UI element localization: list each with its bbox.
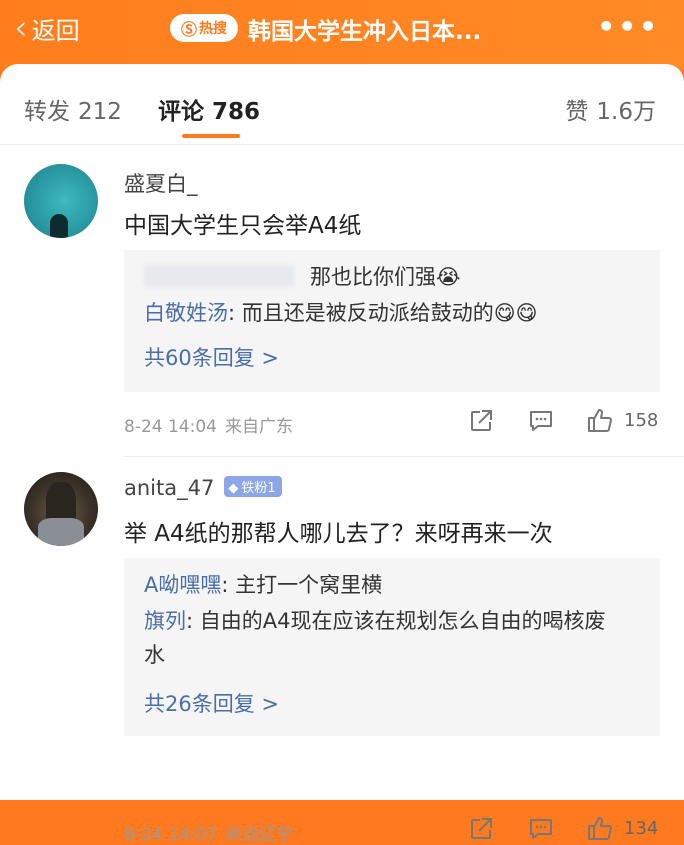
avatar-body <box>38 518 84 546</box>
reply-box[interactable]: A呦嘿嘿: 主打一个窝里横 旗列: 自由的A4现在应该在规划怎么自由的喝核废水 … <box>124 558 660 736</box>
comment-location: 来自辽宁 <box>224 825 293 845</box>
more-replies-link[interactable]: 共26条回复 > <box>144 688 279 718</box>
active-tab-indicator <box>182 134 240 138</box>
more-replies-link[interactable]: 共60条回复 > <box>144 342 279 372</box>
avatar-figure <box>50 214 68 238</box>
avatar[interactable] <box>24 472 98 546</box>
comment-icon[interactable] <box>528 408 554 434</box>
like-count: 134 <box>624 818 659 839</box>
hot-search-badge[interactable]: Ⓢ 热搜 <box>170 14 238 42</box>
diamond-icon: ◆ <box>228 481 239 496</box>
top-bar: ‹ 返回 Ⓢ 热搜 韩国大学生冲入日本... ••• <box>0 0 684 70</box>
tab-comment-count: 786 <box>212 99 261 125</box>
fan-badge-label: 铁粉1 <box>241 481 276 496</box>
comment-meta: 8-24 14:07 来自辽宁 <box>124 820 293 845</box>
share-icon[interactable] <box>468 816 494 842</box>
tab-repost[interactable]: 转发 212 <box>24 92 122 126</box>
chevron-left-icon: ‹ <box>14 8 28 48</box>
comment-time: 8-24 14:07 <box>124 825 217 845</box>
hot-search-label: 热搜 <box>199 21 227 37</box>
hot-search-icon: Ⓢ <box>180 20 197 39</box>
comment-time: 8-24 14:04 <box>124 417 217 437</box>
thumbs-up-icon[interactable] <box>586 406 614 434</box>
reply-author[interactable]: A呦嘿嘿 <box>144 573 221 597</box>
fan-badge[interactable]: ◆ 铁粉1 <box>224 476 282 497</box>
reply-text: : 而且还是被反动派给鼓动的😋😋 <box>228 301 538 325</box>
thumbs-up-icon[interactable] <box>586 814 614 842</box>
reply-author[interactable]: 旗列 <box>144 609 186 633</box>
like-count: 158 <box>624 410 659 431</box>
comment-text: 中国大学生只会举A4纸 <box>124 213 362 239</box>
reply-author[interactable]: 白敬姓汤 <box>144 301 228 325</box>
tab-comment-label: 评论 <box>158 99 204 125</box>
comment-icon[interactable] <box>528 816 554 842</box>
reply-text: 那也比你们强😭 <box>310 265 461 289</box>
comment-username-row: anita_47 ◆ 铁粉1 <box>124 476 282 500</box>
page-title: 韩国大学生冲入日本... <box>248 19 482 45</box>
comment-location: 来自广东 <box>224 417 293 437</box>
comment-username[interactable]: 盛夏白_ <box>124 168 198 198</box>
comment-meta: 8-24 14:04 来自广东 <box>124 412 293 437</box>
tab-like-label: 赞 <box>565 99 589 125</box>
tab-repost-label: 转发 <box>24 99 70 125</box>
reply-text: : 自由的A4现在应该在规划怎么自由的喝核废水 <box>144 609 606 667</box>
comment-username[interactable]: anita_47 <box>124 476 214 500</box>
comment-divider <box>124 456 684 457</box>
comment-sheet: 转发 212 评论 786 赞 1.6万 盛夏白_ 中国大学生只会举A4纸 那也比你们… <box>0 64 684 845</box>
tab-repost-count: 212 <box>78 99 122 125</box>
tab-like-count: 1.6万 <box>596 99 656 125</box>
back-label: 返回 <box>31 16 80 45</box>
reply-item[interactable]: 旗列: 自由的A4现在应该在规划怎么自由的喝核废水 <box>144 604 624 672</box>
avatar[interactable] <box>24 164 98 238</box>
share-icon[interactable] <box>468 408 494 434</box>
reply-item[interactable]: A呦嘿嘿: 主打一个窝里横 <box>144 568 644 602</box>
tab-like[interactable]: 赞 1.6万 <box>565 92 656 126</box>
more-options-icon[interactable]: ••• <box>597 10 660 43</box>
reply-item[interactable]: 白敬姓汤: 而且还是被反动派给鼓动的😋😋 <box>144 296 644 330</box>
tab-comment[interactable]: 评论 786 <box>158 92 260 126</box>
back-button[interactable]: ‹ 返回 <box>14 8 80 48</box>
reply-text: : 主打一个窝里横 <box>221 573 383 597</box>
reply-item[interactable]: 那也比你们强😭 <box>144 260 644 294</box>
blurred-username <box>144 265 294 287</box>
comment-text: 举 A4纸的那帮人哪儿去了？来呀再来一次 <box>124 521 553 547</box>
reply-box[interactable]: 那也比你们强😭 白敬姓汤: 而且还是被反动派给鼓动的😋😋 共60条回复 > <box>124 250 660 392</box>
tab-bar: 转发 212 评论 786 赞 1.6万 <box>0 64 684 145</box>
